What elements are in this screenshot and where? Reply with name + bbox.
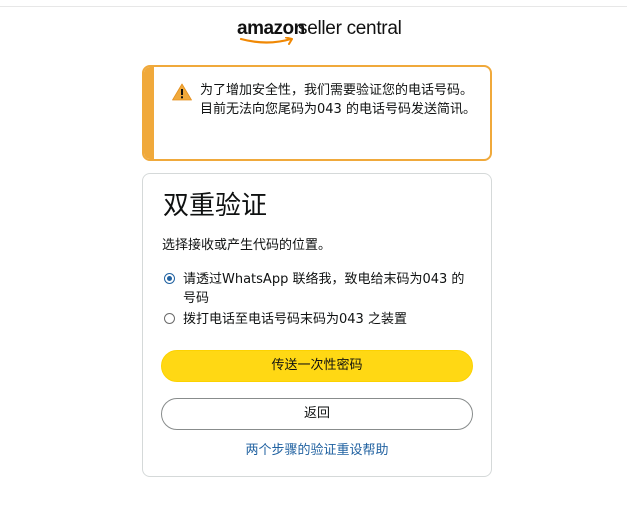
page-title: 双重验证: [163, 191, 268, 221]
amazon-smile-icon: [239, 37, 293, 45]
security-alert-box: 为了增加安全性，我们需要验证您的电话号码。目前无法向您尾码为043 的电话号码发…: [142, 65, 492, 161]
option-whatsapp-label: 请透过WhatsApp 联络我，致电给末码为043 的号码: [183, 272, 465, 306]
two-step-reset-help-link[interactable]: 两个步骤的验证重设帮助: [143, 442, 491, 460]
option-phone-call-label: 拨打电话至电话号码末码为043 之装置: [183, 312, 407, 327]
warning-triangle-icon: [172, 83, 192, 101]
two-step-verification-card: 双重验证 选择接收或产生代码的位置。 请透过WhatsApp 联络我，致电给末码…: [142, 173, 492, 477]
send-otp-button[interactable]: 传送一次性密码: [161, 350, 473, 382]
option-whatsapp[interactable]: 请透过WhatsApp 联络我，致电给末码为043 的号码: [162, 270, 472, 308]
option-phone-call[interactable]: 拨打电话至电话号码末码为043 之装置: [162, 310, 472, 330]
page-subtitle: 选择接收或产生代码的位置。: [162, 238, 332, 253]
top-divider: [0, 6, 627, 7]
back-button[interactable]: 返回: [161, 398, 473, 430]
radio-whatsapp[interactable]: [164, 273, 175, 284]
alert-message: 为了增加安全性，我们需要验证您的电话号码。目前无法向您尾码为043 的电话号码发…: [200, 83, 476, 117]
radio-phone-call[interactable]: [164, 313, 175, 324]
amazon-seller-central-logo: amazon seller central: [237, 18, 402, 46]
alert-accent-bar: [144, 67, 154, 159]
logo-product: seller central: [298, 18, 402, 39]
